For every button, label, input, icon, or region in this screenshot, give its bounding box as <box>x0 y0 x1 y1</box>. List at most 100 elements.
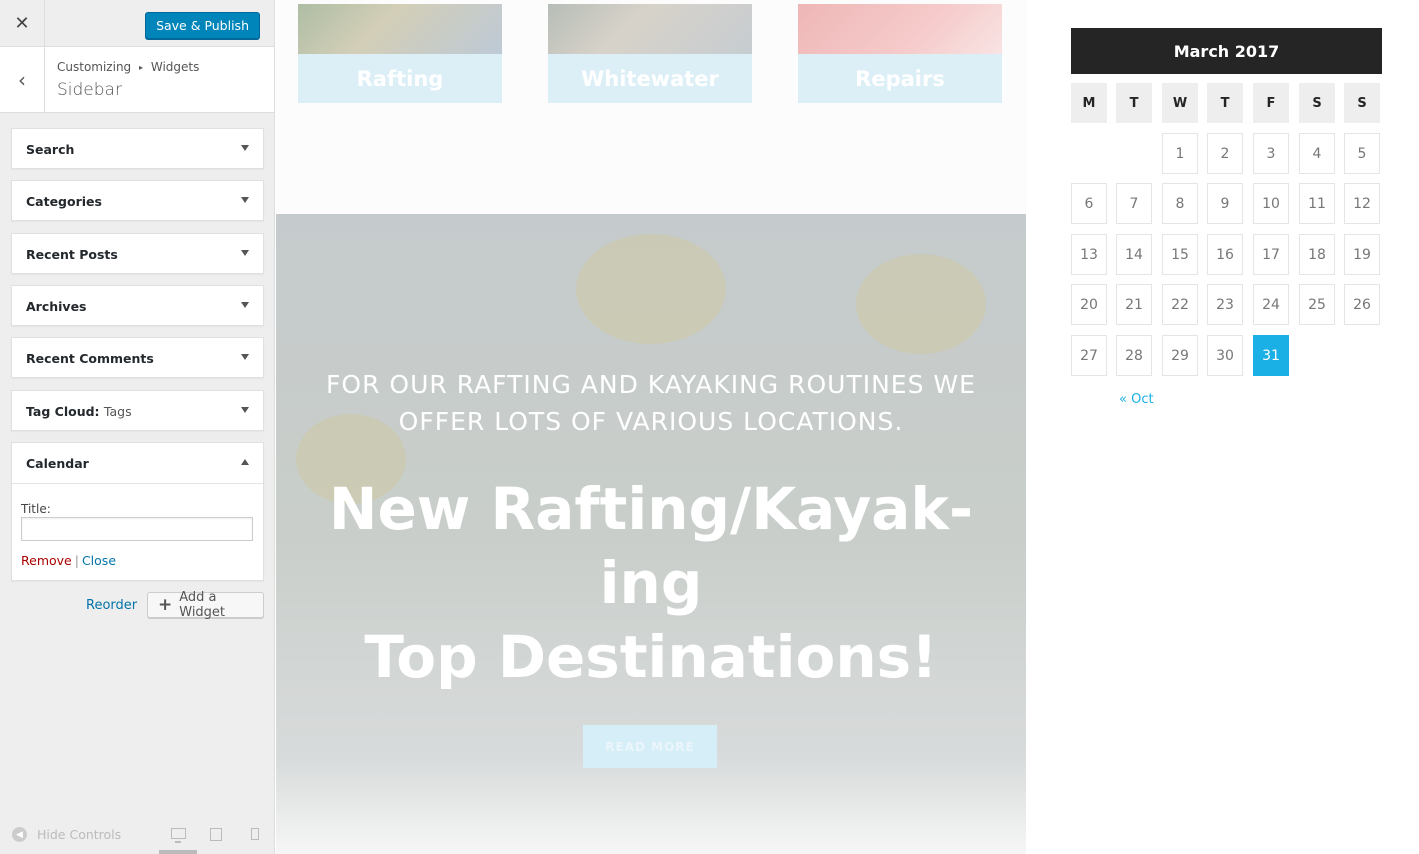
mobile-preview-icon[interactable] <box>251 828 259 840</box>
calendar-day[interactable]: 28 <box>1116 335 1152 376</box>
back-button[interactable]: ‹ <box>0 47 45 113</box>
breadcrumb-current: Widgets <box>150 60 200 74</box>
arrow-left-circle-icon: ◀ <box>12 827 27 842</box>
desktop-preview-icon[interactable] <box>171 828 186 843</box>
calendar-day[interactable]: 3 <box>1253 133 1289 174</box>
caret-down-icon[interactable] <box>241 197 249 203</box>
hero-title-line: Top Destinations! <box>364 623 938 691</box>
calendar-day[interactable]: 8 <box>1162 183 1198 224</box>
calendar-day[interactable]: 2 <box>1207 133 1243 174</box>
calendar-day[interactable]: 16 <box>1207 234 1243 275</box>
widget-tag-cloud[interactable]: Tag Cloud: Tags <box>11 390 264 431</box>
widget-title: Categories <box>26 194 102 209</box>
widget-recent-posts[interactable]: Recent Posts <box>11 233 264 274</box>
read-more-button[interactable]: READ MORE <box>583 725 717 768</box>
caret-down-icon[interactable] <box>241 407 249 413</box>
hero-title-line: New Rafting/Kayak- <box>328 475 974 543</box>
calendar-day[interactable]: 26 <box>1344 284 1380 325</box>
calendar-widget: March 2017 M T W T F S S 1 2 3 4 5 6 7 8 9 10 11 12 13 14 15 1… <box>1071 28 1382 407</box>
widget-recent-comments[interactable]: Recent Comments <box>11 337 264 378</box>
widget-search[interactable]: Search <box>11 128 264 169</box>
caret-down-icon[interactable] <box>241 250 249 256</box>
widget-title-text: Recent Posts <box>26 247 118 262</box>
service-card-whitewater[interactable]: Whitewater <box>548 4 752 103</box>
calendar-day[interactable]: 11 <box>1299 183 1335 224</box>
calendar-day[interactable]: 9 <box>1207 183 1243 224</box>
widget-title: Tag Cloud: Tags <box>26 404 132 419</box>
widget-title: Search <box>26 142 74 157</box>
service-card-rafting[interactable]: Rafting <box>298 4 502 103</box>
widget-categories[interactable]: Categories <box>11 180 264 221</box>
title-input[interactable] <box>21 517 253 541</box>
service-card-repairs[interactable]: Repairs <box>798 4 1002 103</box>
service-label: Whitewater <box>548 54 752 103</box>
calendar-day[interactable]: 20 <box>1071 284 1107 325</box>
hide-controls-button[interactable]: ◀ Hide Controls <box>12 827 121 842</box>
caret-down-icon[interactable] <box>241 145 249 151</box>
widget-title: Recent Posts <box>26 247 118 262</box>
service-photo <box>798 4 1002 56</box>
calendar-day[interactable]: 24 <box>1253 284 1289 325</box>
breadcrumb-separator-icon: ▸ <box>139 63 144 72</box>
weekday-header: S <box>1344 83 1380 123</box>
calendar-day[interactable]: 17 <box>1253 234 1289 275</box>
remove-link[interactable]: Remove <box>21 553 72 568</box>
widget-archives[interactable]: Archives <box>11 285 264 326</box>
calendar-day[interactable]: 18 <box>1299 234 1335 275</box>
hero-subtitle: FOR OUR RAFTING AND KAYAKING ROUTINES WE… <box>326 370 976 436</box>
close-link[interactable]: Close <box>82 553 116 568</box>
hero-background-shape <box>576 234 726 344</box>
calendar-day[interactable]: 6 <box>1071 183 1107 224</box>
calendar-day[interactable]: 21 <box>1116 284 1152 325</box>
active-device-indicator <box>159 850 197 854</box>
close-customizer-button[interactable]: ✕ <box>0 0 45 47</box>
caret-down-icon[interactable] <box>241 354 249 360</box>
calendar-day[interactable]: 19 <box>1344 234 1380 275</box>
calendar-day[interactable]: 13 <box>1071 234 1107 275</box>
calendar-day[interactable]: 14 <box>1116 234 1152 275</box>
calendar-day[interactable]: 4 <box>1299 133 1335 174</box>
weekday-header: S <box>1299 83 1335 123</box>
widget-title-text: Calendar <box>26 456 89 471</box>
calendar-caption: March 2017 <box>1071 28 1382 74</box>
reorder-link[interactable]: Reorder <box>86 598 137 613</box>
widget-title-text: Recent Comments <box>26 351 154 366</box>
calendar-day[interactable]: 30 <box>1207 335 1243 376</box>
site-preview: Rafting Whitewater Repairs FOR OUR RAFTI… <box>276 0 1419 854</box>
hero-title-line: ing <box>599 549 703 617</box>
hero-banner: FOR OUR RAFTING AND KAYAKING ROUTINES WE… <box>276 214 1026 854</box>
calendar-day[interactable]: 29 <box>1162 335 1198 376</box>
widget-title-text: Search <box>26 142 75 157</box>
site-main-column: Rafting Whitewater Repairs FOR OUR RAFTI… <box>276 0 1026 854</box>
calendar-day[interactable]: 12 <box>1344 183 1380 224</box>
calendar-day-today[interactable]: 31 <box>1253 335 1289 376</box>
add-widget-label: Add a Widget <box>179 590 226 620</box>
plus-icon: + <box>158 594 173 615</box>
previous-month-link[interactable]: « Oct <box>1119 392 1154 407</box>
customizer-footer: ◀ Hide Controls <box>0 804 274 854</box>
tablet-preview-icon[interactable] <box>210 828 222 841</box>
widget-calendar[interactable]: Calendar Title: Remove | Close <box>11 442 264 581</box>
widget-actions: Remove | Close <box>21 553 116 568</box>
calendar-day[interactable]: 25 <box>1299 284 1335 325</box>
calendar-day[interactable]: 7 <box>1116 183 1152 224</box>
widget-title: Recent Comments <box>26 351 154 366</box>
widget-title-text: Tag Cloud: <box>26 404 100 419</box>
calendar-day[interactable]: 22 <box>1162 284 1198 325</box>
calendar-day[interactable]: 10 <box>1253 183 1289 224</box>
calendar-day[interactable]: 27 <box>1071 335 1107 376</box>
calendar-day[interactable]: 23 <box>1207 284 1243 325</box>
add-widget-button[interactable]: + Add a Widget <box>147 590 264 620</box>
title-label: Title: <box>21 502 51 516</box>
save-publish-button[interactable]: Save & Publish <box>145 12 260 39</box>
calendar-day[interactable]: 1 <box>1162 133 1198 174</box>
caret-down-icon[interactable] <box>241 302 249 308</box>
calendar-day[interactable]: 5 <box>1344 133 1380 174</box>
customizer-header: ✕ Save & Publish <box>0 0 274 47</box>
weekday-header: W <box>1162 83 1198 123</box>
chevron-left-icon: ‹ <box>18 68 26 92</box>
caret-up-icon[interactable] <box>241 459 249 465</box>
breadcrumb: Customizing ▸ Widgets <box>57 60 199 74</box>
calendar-day[interactable]: 15 <box>1162 234 1198 275</box>
weekday-header: T <box>1116 83 1152 123</box>
